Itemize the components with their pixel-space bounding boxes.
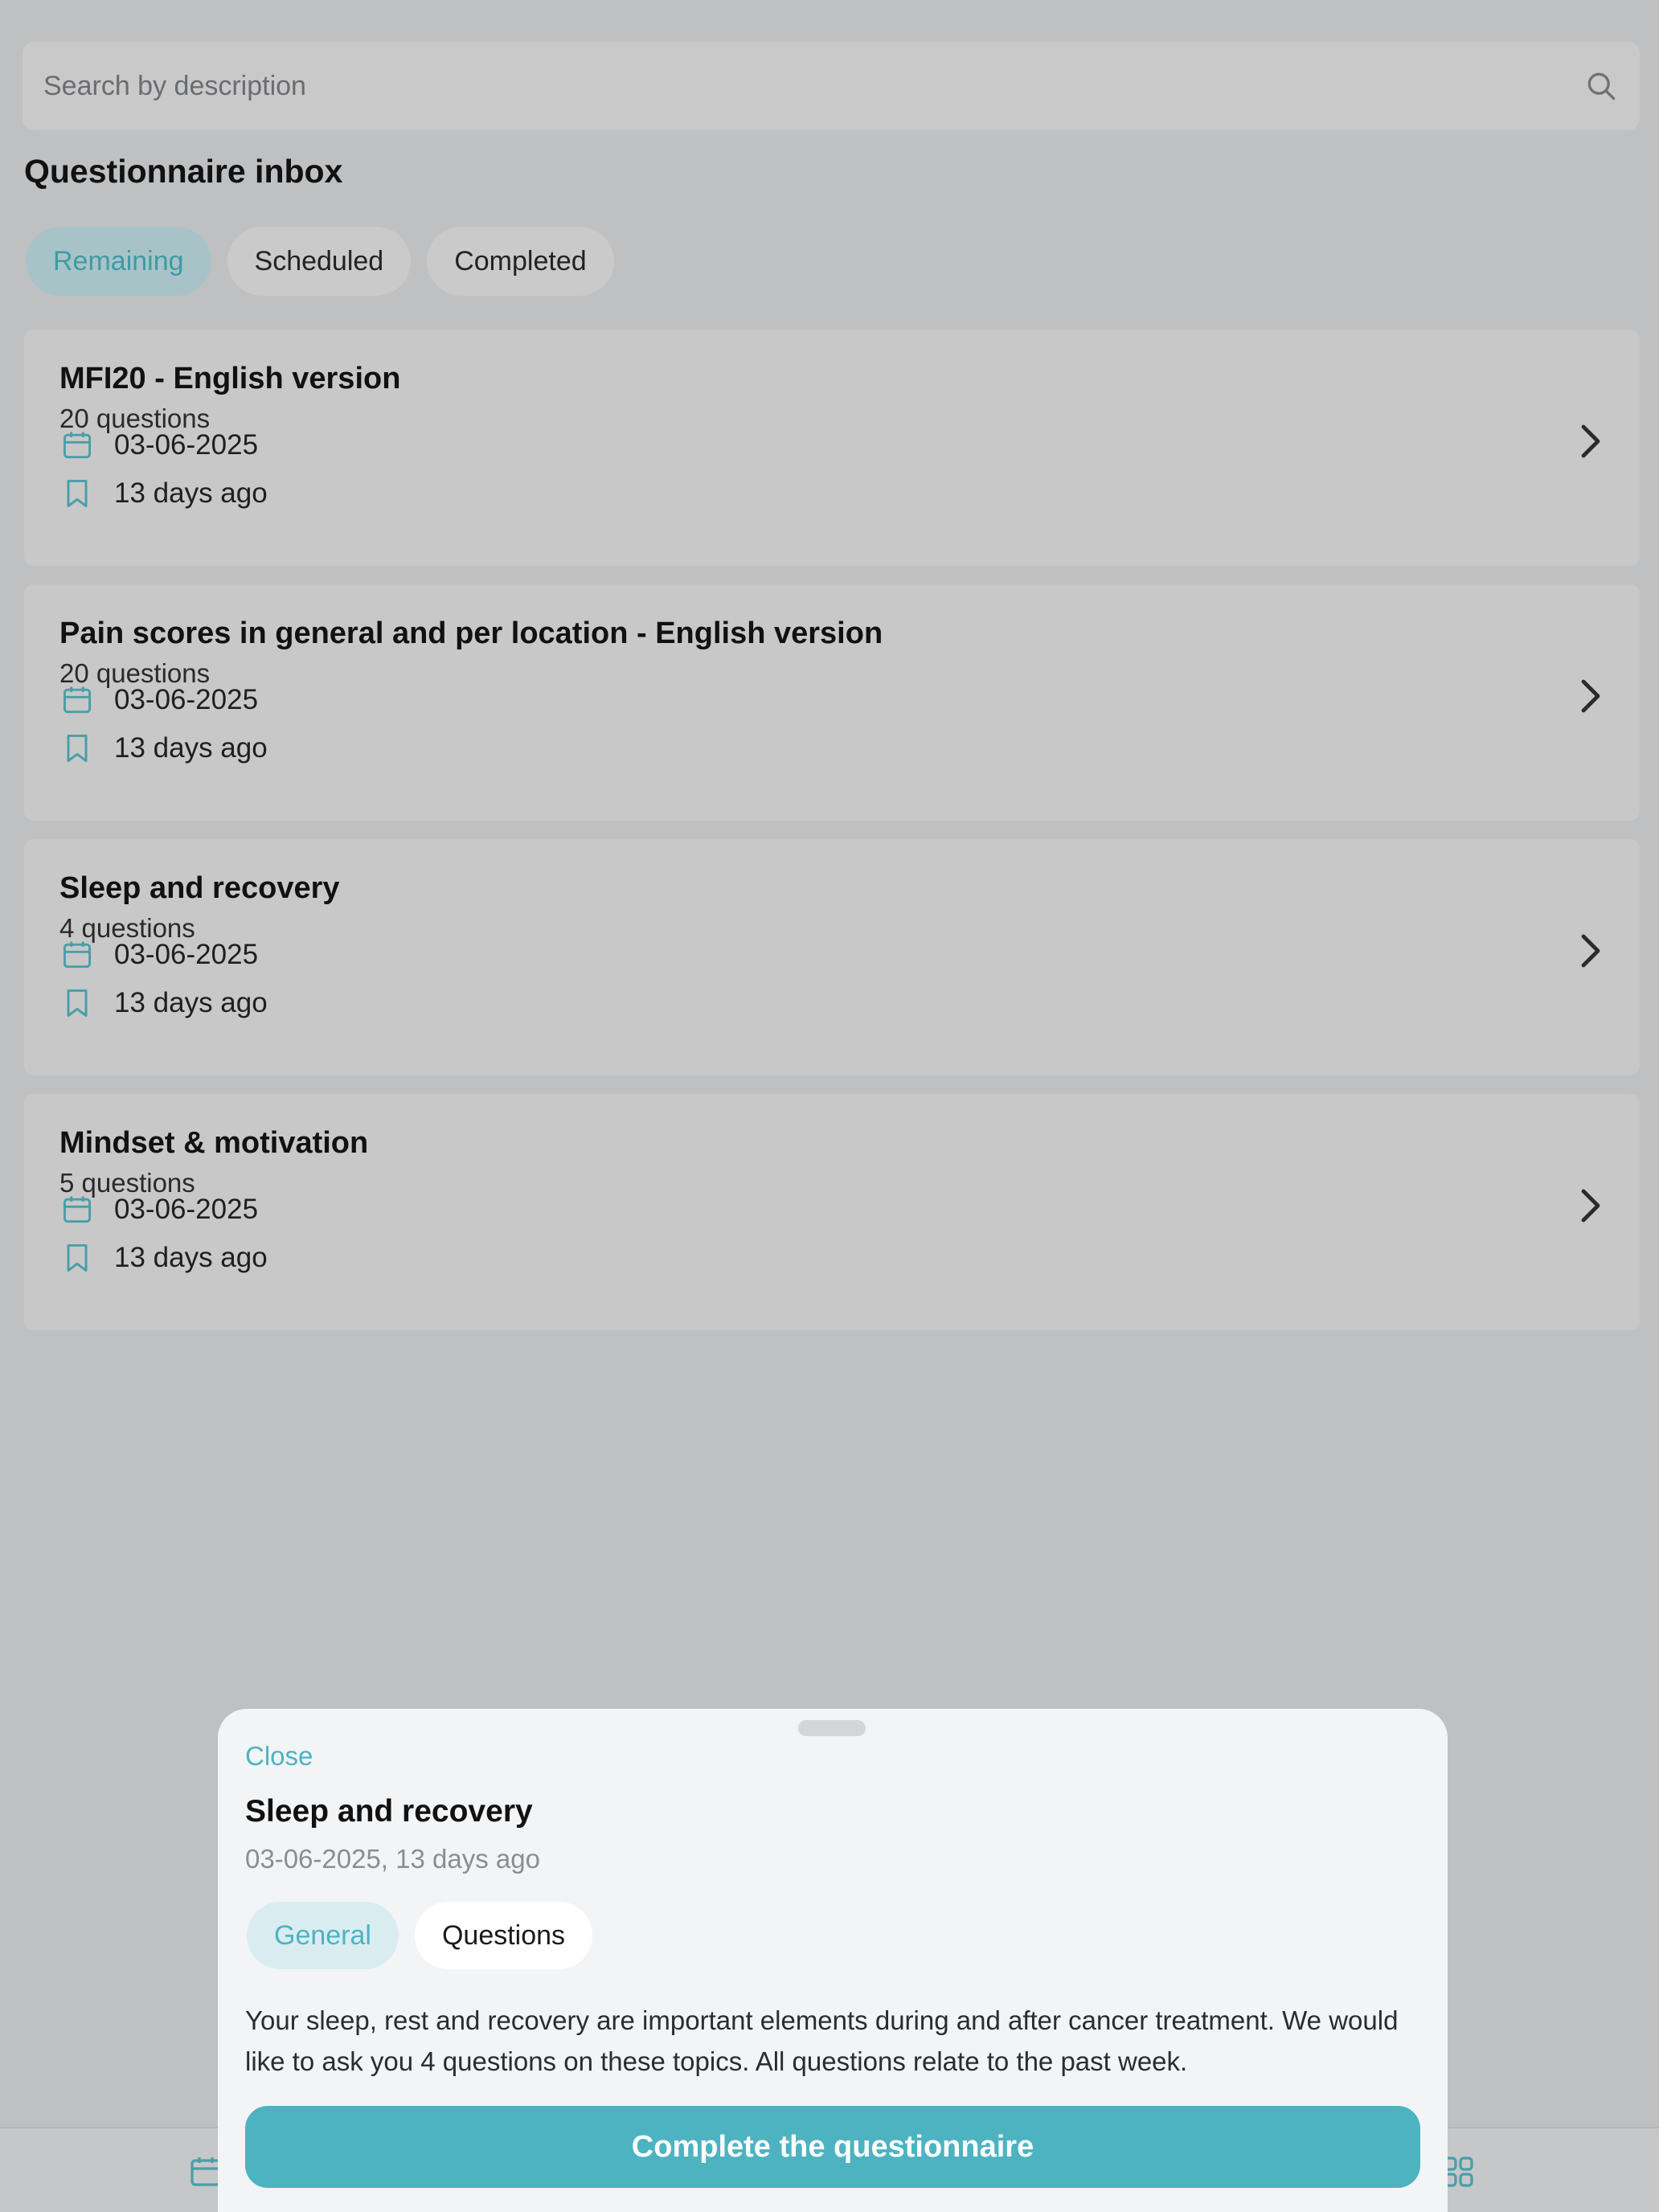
bookmark-icon	[67, 479, 88, 508]
sheet-tabs: General Questions	[247, 1902, 593, 1969]
questionnaire-title: MFI20 - English version	[59, 362, 401, 395]
age-text: 13 days ago	[114, 987, 268, 1018]
age-text: 13 days ago	[114, 477, 268, 509]
close-button[interactable]: Close	[245, 1741, 313, 1772]
questionnaire-card[interactable]: Sleep and recovery 4 questions 03-06-202…	[24, 839, 1640, 1075]
tab-remaining[interactable]: Remaining	[26, 227, 211, 296]
tab-general[interactable]: General	[247, 1902, 399, 1969]
bookmark-icon	[67, 734, 88, 763]
search-icon[interactable]	[1583, 68, 1619, 104]
sheet-description: Your sleep, rest and recovery are import…	[245, 2005, 1399, 2076]
chevron-right-icon[interactable]	[1574, 930, 1606, 972]
age-row: 13 days ago	[59, 985, 268, 1021]
filter-tabs: Remaining Scheduled Completed	[26, 227, 614, 296]
age-row: 13 days ago	[59, 1240, 268, 1276]
complete-questionnaire-button[interactable]: Complete the questionnaire	[245, 2106, 1420, 2188]
questionnaire-inbox-screen: Questionnaire inbox Remaining Scheduled …	[0, 0, 1659, 2212]
date-text: 03-06-2025	[114, 1194, 259, 1225]
sheet-subtitle: 03-06-2025, 13 days ago	[245, 1844, 540, 1874]
bookmark-icon	[67, 989, 88, 1018]
search-input[interactable]	[43, 70, 1583, 102]
questionnaire-card[interactable]: MFI20 - English version 20 questions 03-…	[24, 330, 1640, 566]
age-row: 13 days ago	[59, 476, 268, 511]
bookmark-icon	[67, 1243, 88, 1272]
date-text: 03-06-2025	[114, 939, 259, 970]
date-row: 03-06-2025	[59, 682, 258, 718]
calendar-icon	[63, 432, 92, 459]
search-bar[interactable]	[23, 42, 1640, 130]
age-text: 13 days ago	[114, 732, 268, 764]
questionnaire-title: Sleep and recovery	[59, 871, 340, 905]
date-row: 03-06-2025	[59, 1192, 258, 1227]
calendar-icon	[63, 941, 92, 969]
questionnaire-title: Pain scores in general and per location …	[59, 616, 883, 650]
calendar-icon	[63, 686, 92, 714]
questionnaire-detail-sheet: Close Sleep and recovery 03-06-2025, 13 …	[218, 1709, 1448, 2212]
tab-scheduled[interactable]: Scheduled	[227, 227, 412, 296]
chevron-right-icon[interactable]	[1574, 420, 1606, 462]
questionnaire-card[interactable]: Pain scores in general and per location …	[24, 584, 1640, 821]
chevron-right-icon[interactable]	[1574, 1185, 1606, 1227]
date-text: 03-06-2025	[114, 684, 259, 715]
sheet-title: Sleep and recovery	[245, 1794, 533, 1829]
page-title: Questionnaire inbox	[24, 153, 343, 190]
date-text: 03-06-2025	[114, 429, 259, 461]
calendar-icon	[63, 1196, 92, 1223]
chevron-right-icon[interactable]	[1574, 675, 1606, 717]
questionnaire-card[interactable]: Mindset & motivation 5 questions 03-06-2…	[24, 1094, 1640, 1330]
tab-questions[interactable]: Questions	[414, 1902, 593, 1969]
sheet-drag-handle[interactable]	[798, 1720, 866, 1736]
age-text: 13 days ago	[114, 1242, 268, 1273]
questionnaire-title: Mindset & motivation	[59, 1126, 369, 1160]
tab-completed[interactable]: Completed	[427, 227, 614, 296]
date-row: 03-06-2025	[59, 428, 258, 463]
date-row: 03-06-2025	[59, 937, 258, 973]
age-row: 13 days ago	[59, 731, 268, 766]
